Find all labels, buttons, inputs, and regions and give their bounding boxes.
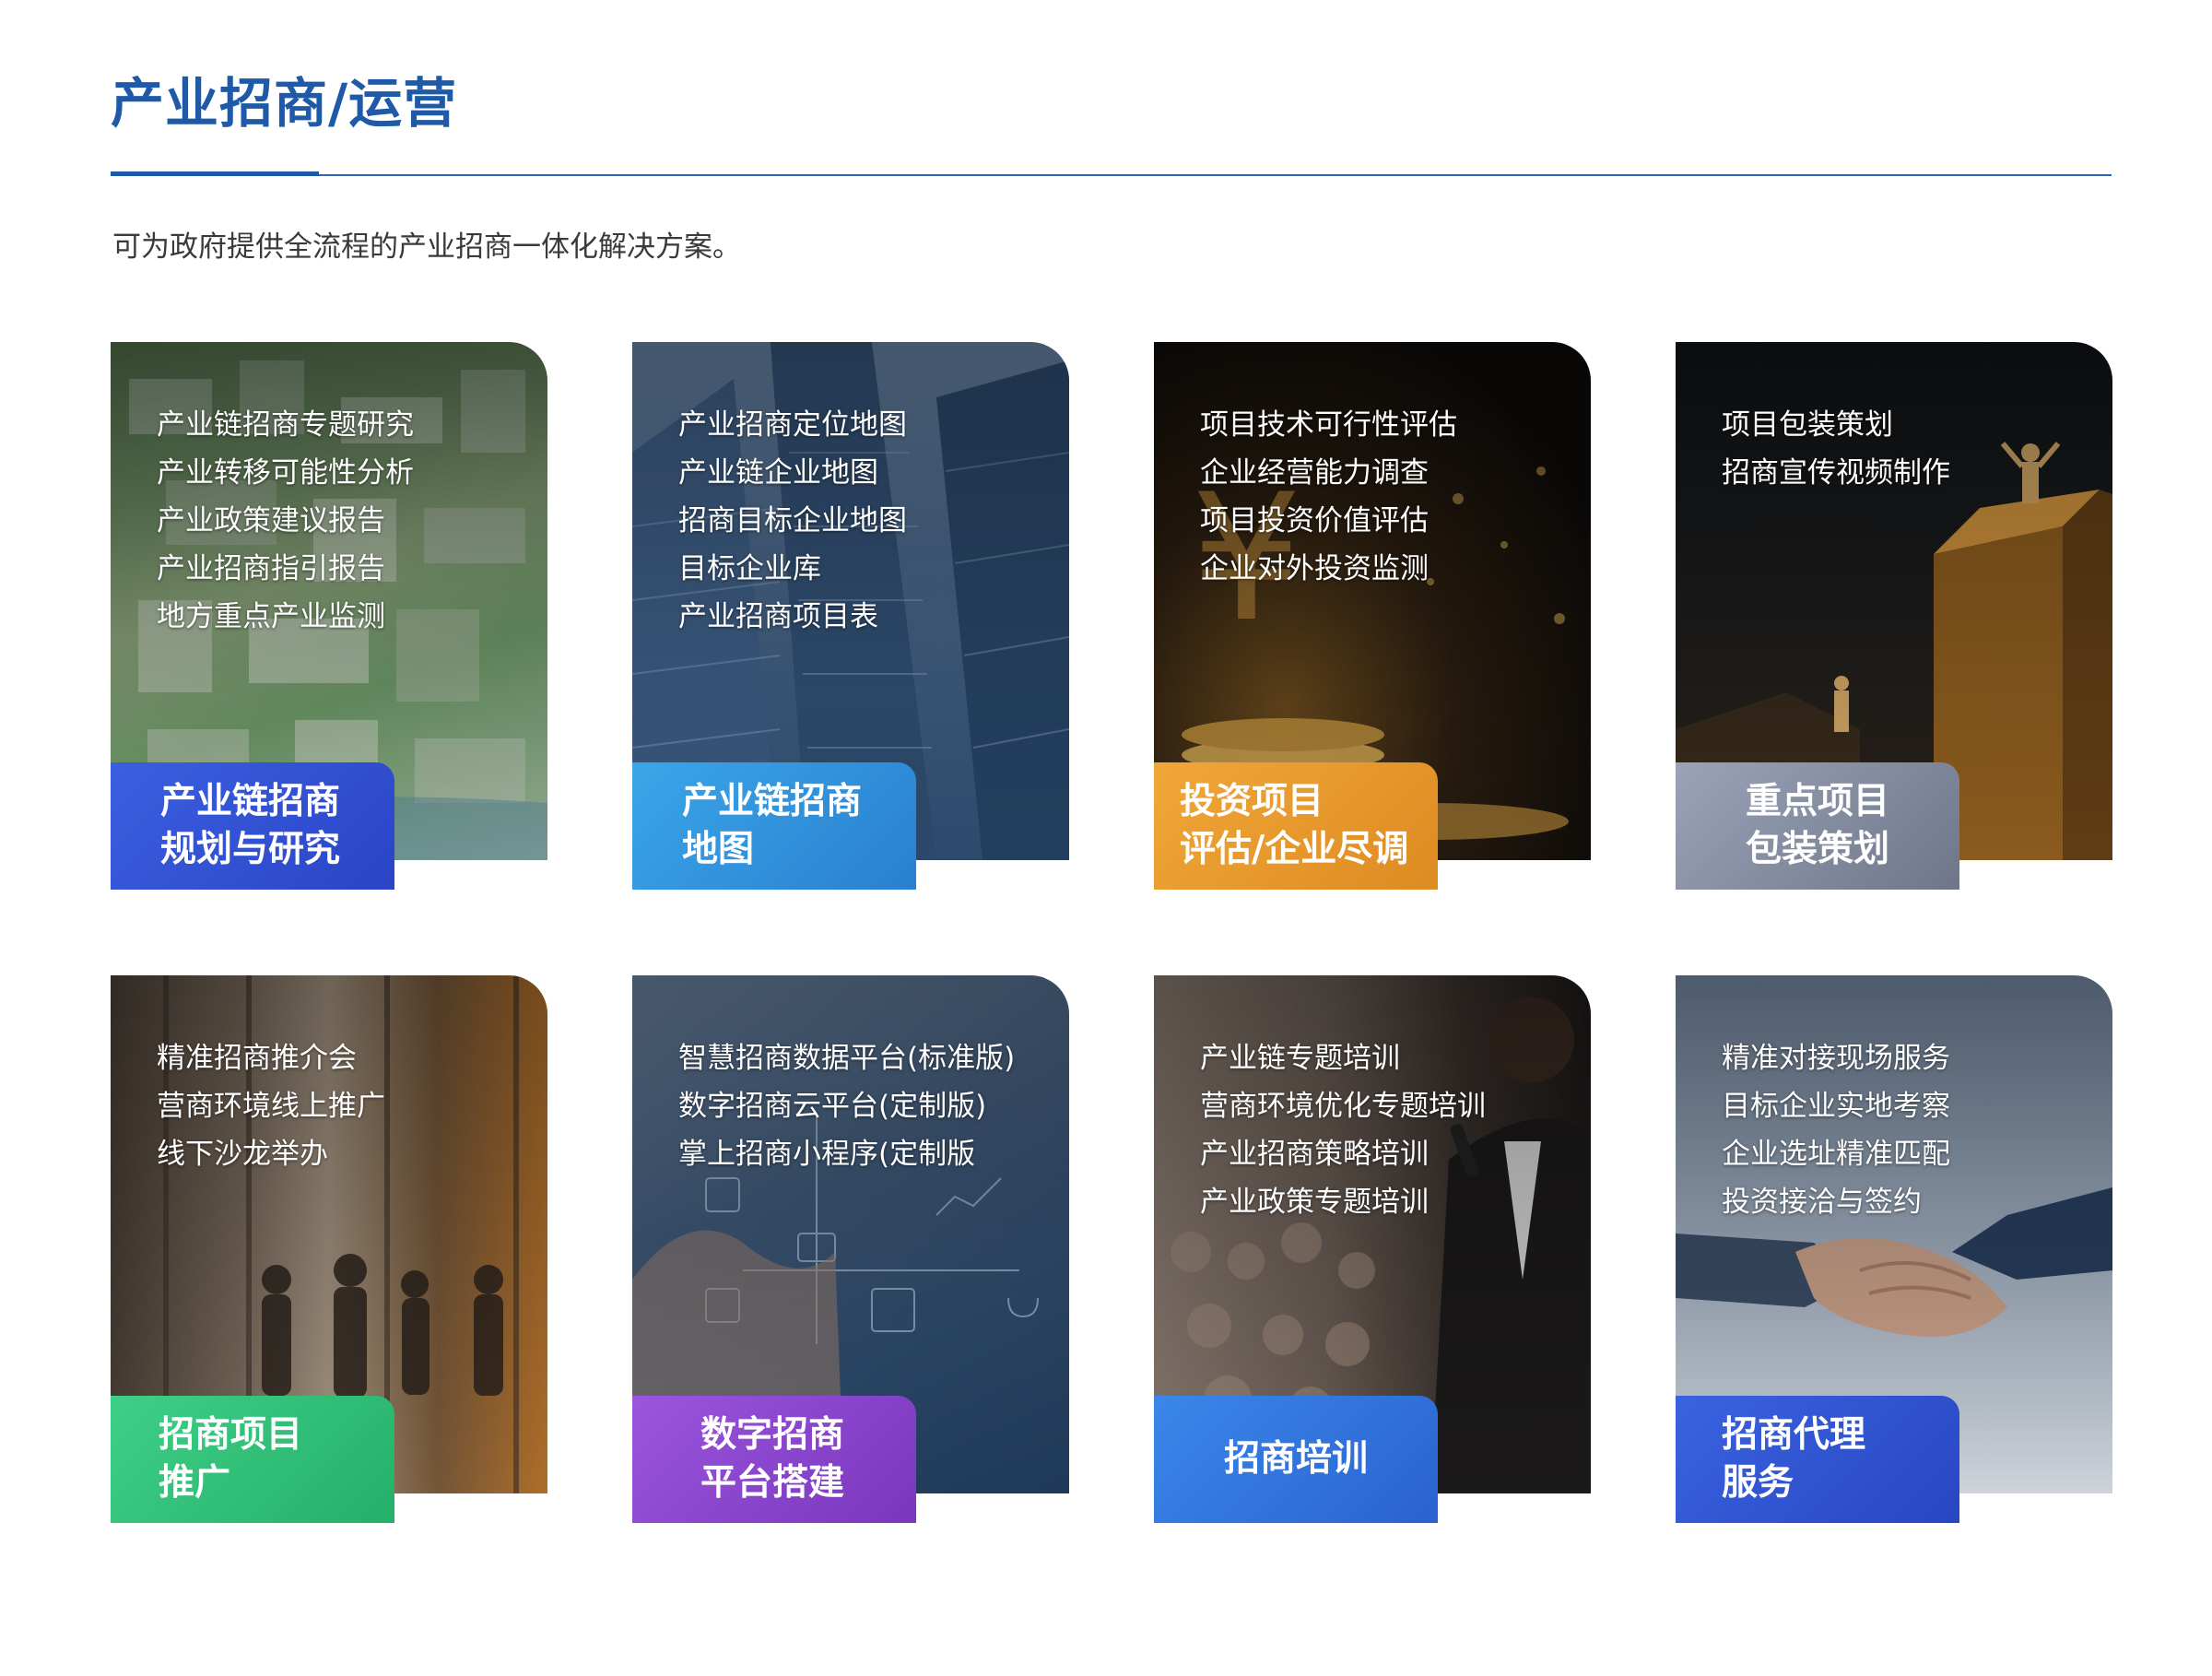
card-label-line2: 服务 (1722, 1462, 1794, 1504)
card-label[interactable]: 投资项目 评估/企业尽调 (1154, 762, 1438, 890)
card-label-line2: 评估/企业尽调 (1180, 829, 1409, 870)
list-item: 项目技术可行性评估 (1200, 408, 1457, 442)
card-label-line1: 招商项目 (159, 1414, 303, 1456)
page-title: 产业招商/运营 (111, 72, 458, 135)
list-item: 投资接洽与签约 (1722, 1186, 1922, 1219)
service-card-digital-platform[interactable]: 智慧招商数据平台(标准版) 数字招商云平台(定制版) 掌上招商小程序(定制版 数… (632, 975, 1069, 1523)
list-item: 掌上招商小程序(定制版 (678, 1138, 976, 1171)
service-card-industry-map[interactable]: 产业招商定位地图 产业链企业地图 招商目标企业地图 目标企业库 产业招商项目表 … (632, 342, 1069, 890)
list-item: 产业招商指引报告 (157, 552, 385, 585)
list-item: 招商宣传视频制作 (1722, 456, 1950, 490)
card-label-line1: 重点项目 (1746, 781, 1890, 822)
list-item: 产业转移可能性分析 (157, 456, 414, 490)
card-label-line2: 包装策划 (1746, 829, 1890, 870)
service-card-training[interactable]: 产业链专题培训 营商环境优化专题培训 产业招商策略培训 产业政策专题培训 招商培… (1154, 975, 1591, 1523)
service-card-project-packaging[interactable]: 项目包装策划 招商宣传视频制作 重点项目 包装策划 (1676, 342, 2112, 890)
card-label-line1: 招商代理 (1722, 1414, 1866, 1456)
list-item: 智慧招商数据平台(标准版) (678, 1042, 1016, 1075)
service-items: 项目包装策划 招商宣传视频制作 (1722, 401, 1950, 497)
service-card-project-promotion[interactable]: 精准招商推介会 营商环境线上推广 线下沙龙举办 招商项目 推广 (111, 975, 547, 1523)
card-label-line2: 推广 (159, 1462, 231, 1504)
card-label-line2: 规划与研究 (160, 829, 341, 870)
list-item: 数字招商云平台(定制版) (678, 1090, 987, 1123)
service-items: 精准招商推介会 营商环境线上推广 线下沙龙举办 (157, 1034, 385, 1178)
service-items: 智慧招商数据平台(标准版) 数字招商云平台(定制版) 掌上招商小程序(定制版 (678, 1034, 1015, 1178)
card-label[interactable]: 招商项目 推广 (111, 1396, 394, 1523)
card-label-line1: 投资项目 (1180, 781, 1324, 822)
list-item: 产业政策专题培训 (1200, 1186, 1429, 1219)
card-label[interactable]: 产业链招商 地图 (632, 762, 916, 890)
service-items: 产业链专题培训 营商环境优化专题培训 产业招商策略培训 产业政策专题培训 (1200, 1034, 1486, 1226)
card-label-line2: 平台搭建 (700, 1462, 845, 1504)
card-label-line1: 数字招商 (700, 1414, 845, 1456)
service-card-investment-evaluation[interactable]: ¥ 项目技术可行性评估 企业经营能力调查 项目投资价值评估 企业对外投资监测 投… (1154, 342, 1591, 890)
divider-accent (111, 171, 319, 176)
page-subtitle: 可为政府提供全流程的产业招商一体化解决方案。 (112, 230, 741, 264)
list-item: 产业招商项目表 (678, 600, 878, 633)
list-item: 企业经营能力调查 (1200, 456, 1429, 490)
list-item: 企业对外投资监测 (1200, 552, 1429, 585)
list-item: 产业招商定位地图 (678, 408, 907, 442)
service-items: 精准对接现场服务 目标企业实地考察 企业选址精准匹配 投资接洽与签约 (1722, 1034, 1950, 1226)
list-item: 产业链招商专题研究 (157, 408, 414, 442)
card-label-line2: 地图 (682, 829, 755, 870)
card-label-line1: 产业链招商 (682, 781, 863, 822)
list-item: 精准对接现场服务 (1722, 1042, 1950, 1075)
card-label[interactable]: 招商代理 服务 (1676, 1396, 1959, 1523)
card-label[interactable]: 产业链招商 规划与研究 (111, 762, 394, 890)
service-card-industry-research[interactable]: 产业链招商专题研究 产业转移可能性分析 产业政策建议报告 产业招商指引报告 地方… (111, 342, 547, 890)
list-item: 营商环境线上推广 (157, 1090, 385, 1123)
list-item: 产业政策建议报告 (157, 504, 385, 537)
service-items: 项目技术可行性评估 企业经营能力调查 项目投资价值评估 企业对外投资监测 (1200, 401, 1457, 593)
card-label[interactable]: 重点项目 包装策划 (1676, 762, 1959, 890)
list-item: 精准招商推介会 (157, 1042, 357, 1075)
list-item: 企业选址精准匹配 (1722, 1138, 1950, 1171)
list-item: 项目包装策划 (1722, 408, 1893, 442)
service-items: 产业招商定位地图 产业链企业地图 招商目标企业地图 目标企业库 产业招商项目表 (678, 401, 907, 641)
card-label[interactable]: 招商培训 (1154, 1396, 1438, 1523)
service-card-agency-service[interactable]: 精准对接现场服务 目标企业实地考察 企业选址精准匹配 投资接洽与签约 招商代理 … (1676, 975, 2112, 1523)
list-item: 产业链企业地图 (678, 456, 878, 490)
list-item: 地方重点产业监测 (157, 600, 385, 633)
list-item: 产业招商策略培训 (1200, 1138, 1429, 1171)
list-item: 营商环境优化专题培训 (1200, 1090, 1486, 1123)
card-label[interactable]: 数字招商 平台搭建 (632, 1396, 916, 1523)
list-item: 线下沙龙举办 (157, 1138, 328, 1171)
list-item: 产业链专题培训 (1200, 1042, 1400, 1075)
list-item: 目标企业库 (678, 552, 821, 585)
card-label-line1: 招商培训 (1223, 1438, 1368, 1480)
list-item: 招商目标企业地图 (678, 504, 907, 537)
divider (111, 174, 2112, 176)
list-item: 目标企业实地考察 (1722, 1090, 1950, 1123)
list-item: 项目投资价值评估 (1200, 504, 1429, 537)
service-items: 产业链招商专题研究 产业转移可能性分析 产业政策建议报告 产业招商指引报告 地方… (157, 401, 414, 641)
card-label-line1: 产业链招商 (160, 781, 341, 822)
